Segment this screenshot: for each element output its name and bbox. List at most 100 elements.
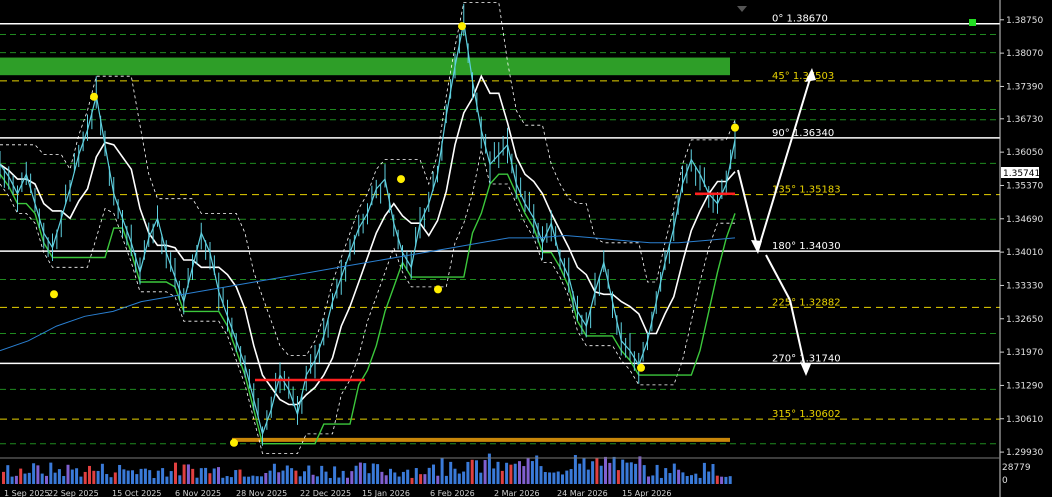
- volume-bar: [578, 463, 582, 484]
- volume-bar: [457, 473, 461, 484]
- volume-bar: [380, 471, 384, 484]
- volume-bar: [234, 470, 238, 484]
- volume-bar: [479, 472, 483, 484]
- volume-bar: [690, 475, 693, 484]
- volume-bar: [651, 475, 655, 484]
- volume-bar: [711, 464, 715, 484]
- price-tick-label: 1.34010: [1006, 248, 1043, 258]
- date-tick-label: 2 Mar 2026: [494, 489, 540, 497]
- volume-bar: [427, 467, 431, 484]
- volume-bar: [62, 476, 66, 484]
- fib-level-label: 0° 1.38670: [772, 14, 828, 25]
- volume-bar: [367, 473, 371, 484]
- volume-bar: [10, 476, 14, 484]
- volume-bar: [32, 463, 36, 484]
- volume-bar: [449, 461, 453, 484]
- volume-bar: [36, 465, 40, 484]
- volume-bar: [432, 464, 435, 484]
- price-tick-label: 1.36050: [1006, 148, 1043, 158]
- date-tick-label: 15 Oct 2025: [112, 489, 161, 497]
- volume-bar: [389, 468, 392, 484]
- volume-bar: [70, 469, 74, 484]
- volume-bar: [45, 475, 48, 484]
- volume-bar: [298, 476, 302, 484]
- price-tick-label: 1.29930: [1006, 448, 1043, 458]
- volume-bar: [307, 465, 311, 484]
- volume-bar: [634, 463, 638, 484]
- volume-bar: [543, 472, 547, 484]
- date-tick-label: 15 Jan 2026: [362, 489, 410, 497]
- volume-bar: [616, 470, 620, 484]
- volume-bar: [328, 477, 332, 484]
- volume-bar: [324, 471, 328, 484]
- fractal-dot: [434, 285, 442, 294]
- volume-bar: [341, 470, 345, 484]
- price-tick-label: 1.32650: [1006, 315, 1043, 325]
- volume-bar: [303, 471, 306, 484]
- volume-bar: [526, 457, 530, 484]
- volume-bar: [470, 459, 474, 484]
- volume-bar: [358, 462, 362, 484]
- volume-bar: [23, 473, 27, 484]
- volume-bar: [556, 471, 560, 484]
- volume-bar: [707, 471, 711, 484]
- price-tick-label: 1.38070: [1006, 49, 1043, 59]
- volume-bar: [311, 474, 315, 484]
- volume-bar: [569, 469, 573, 484]
- volume-bar: [66, 464, 70, 484]
- volume-bar: [53, 472, 57, 484]
- volume-bar: [272, 463, 276, 484]
- fractal-dot: [90, 92, 98, 101]
- green-zone-rect: [0, 57, 730, 76]
- volume-bar: [522, 466, 526, 484]
- volume-bar: [638, 456, 642, 484]
- fractal-dot: [458, 22, 466, 31]
- volume-bar: [100, 463, 104, 484]
- current-price-label: 1.35741: [1003, 169, 1040, 179]
- volume-bar: [118, 464, 122, 484]
- volume-bar: [462, 471, 466, 484]
- volume-bar: [393, 472, 397, 484]
- volume-bar: [225, 476, 229, 484]
- volume-bar: [354, 465, 358, 484]
- price-tick-label: 1.37390: [1006, 82, 1043, 92]
- volume-bar: [475, 460, 478, 484]
- volume-bar: [131, 470, 134, 484]
- volume-bar: [2, 471, 5, 484]
- volume-bar: [57, 469, 61, 484]
- volume-bar: [483, 460, 487, 484]
- fractal-dot: [50, 290, 58, 299]
- volume-bar: [88, 465, 91, 484]
- fib-level-label: 90° 1.36340: [772, 128, 834, 139]
- volume-bar: [268, 470, 272, 484]
- volume-bar: [608, 462, 612, 484]
- status-indicator-icon: [969, 19, 976, 26]
- volume-bar: [573, 455, 577, 484]
- volume-bar: [492, 468, 496, 484]
- volume-bar: [212, 468, 216, 484]
- fractal-dot: [230, 438, 238, 447]
- volume-bar: [715, 475, 719, 484]
- volume-bar: [156, 470, 160, 484]
- fib-level-label: 135° 1.35183: [772, 185, 841, 196]
- volume-bar: [174, 462, 177, 484]
- volume-bar: [27, 472, 31, 484]
- price-tick-label: 1.30610: [1006, 415, 1043, 425]
- price-tick-label: 1.38750: [1006, 16, 1043, 26]
- volume-bar: [591, 461, 595, 484]
- volume-min-label: 0: [1002, 476, 1008, 486]
- volume-bar: [178, 475, 182, 484]
- volume-bar: [19, 468, 23, 484]
- price-tick-label: 1.31970: [1006, 348, 1043, 358]
- volume-bar: [694, 473, 698, 484]
- volume-bar: [182, 464, 186, 484]
- volume-bar: [285, 465, 289, 484]
- volume-bar: [561, 474, 564, 484]
- volume-bar: [315, 476, 319, 484]
- volume-bar: [251, 475, 255, 484]
- volume-bar: [109, 477, 113, 484]
- volume-bar: [720, 476, 724, 484]
- chart-window[interactable]: 0° 1.38670 45° 1.37503 90° 1.36340 135° 1.3…: [0, 0, 1052, 497]
- volume-bar: [122, 469, 126, 484]
- volume-bar: [320, 465, 324, 484]
